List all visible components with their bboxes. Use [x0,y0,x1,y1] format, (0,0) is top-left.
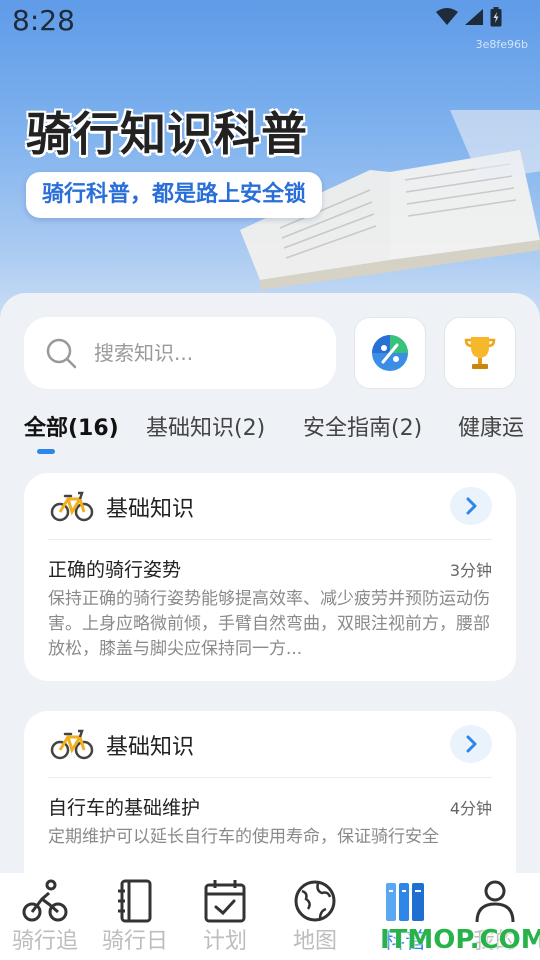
nav-label: 地图 [292,929,337,954]
card-divider [48,539,492,540]
article-summary: 保持正确的骑行姿势能够提高效率、减少疲劳并预防运动伤害。上身应略微前倾，手臂自然… [48,589,490,659]
nav-plan[interactable]: 计划 [180,873,270,960]
nav-label: 骑行日 [101,929,168,954]
hero-banner: 8:28 3e8fe96b 骑行知识科普 骑行科普，都是路上安全锁 [0,0,540,330]
card-open-button[interactable] [450,725,492,763]
card-open-button[interactable] [450,487,492,525]
books-icon [386,883,424,921]
nav-label: 计划 [202,929,247,954]
discount-badge-icon [372,335,408,371]
site-watermark-logo: ITMOP.COM [380,925,540,955]
nav-ride-diary[interactable]: 骑行日 [90,873,180,960]
tab-safety[interactable]: 安全指南(2) [303,409,422,449]
battery-icon [490,7,502,27]
article-card[interactable]: 基础知识 正确的骑行姿势 3分钟 保持正确的骑行姿势能够提高效率、减少疲劳并预防… [24,473,516,681]
journal-icon [118,879,152,923]
read-time: 4分钟 [449,799,492,818]
card-header: 基础知识 [24,711,516,777]
status-icons [436,7,502,27]
nav-ride-tracking[interactable]: 骑行追 [0,873,90,960]
article-title: 自行车的基础维护 [48,797,201,819]
wifi-icon [436,8,458,25]
article-title: 正确的骑行姿势 [48,559,182,581]
status-time: 8:28 [12,4,75,37]
search-box[interactable] [24,317,336,389]
cyclist-icon [22,879,68,922]
device-id-text: 3e8fe96b [475,38,528,51]
person-icon [475,880,515,923]
tab-basics[interactable]: 基础知识(2) [146,409,265,449]
tab-all[interactable]: 全部(16) [24,409,119,449]
search-icon [46,338,77,369]
chevron-right-icon [466,497,477,515]
discount-button[interactable] [354,317,426,389]
article-card[interactable]: 基础知识 自行车的基础维护 4分钟 定期维护可以延长自行车的使用寿命，保证骑行安… [24,711,516,873]
achievements-button[interactable] [444,317,516,389]
card-header: 基础知识 [24,473,516,539]
read-time: 3分钟 [449,561,492,580]
nav-label: 骑行追 [11,929,78,954]
signal-icon [465,9,483,25]
bicycle-icon [50,491,94,522]
card-category: 基础知识 [106,497,195,522]
hero-subtitle: 骑行科普，都是路上安全锁 [26,172,323,218]
status-bar: 8:28 3e8fe96b [0,0,540,51]
article-summary: 定期维护可以延长自行车的使用寿命，保证骑行安全 [48,827,439,847]
bicycle-icon [50,729,94,760]
content-panel: 全部(16) 基础知识(2) 安全指南(2) 健康运 基础知识 正确的骑行姿势 … [0,293,540,873]
card-divider [48,777,492,778]
calendar-check-icon [204,880,246,923]
search-input[interactable] [94,341,314,365]
chevron-right-icon [466,735,477,753]
hero-title: 骑行知识科普 [26,107,308,161]
tab-health[interactable]: 健康运 [458,409,524,449]
category-tabs: 全部(16) 基础知识(2) 安全指南(2) 健康运 [24,409,540,457]
card-category: 基础知识 [106,735,195,760]
tab-active-indicator [37,449,55,454]
globe-icon [294,880,336,922]
nav-map[interactable]: 地图 [270,873,360,960]
trophy-icon [464,337,496,369]
